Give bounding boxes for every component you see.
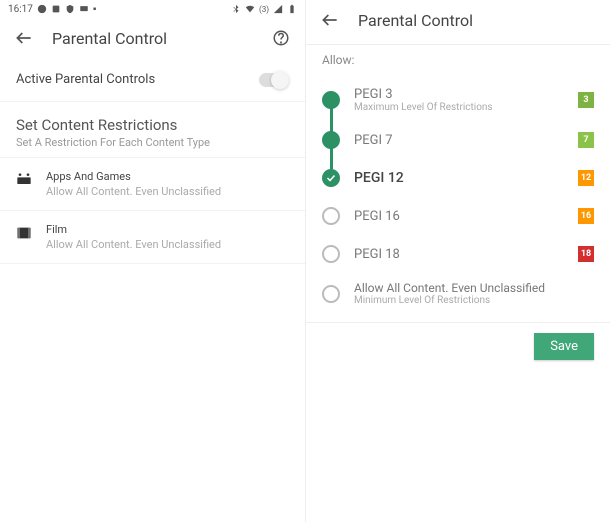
more-icon: ▪ [93, 4, 97, 15]
header-right: Parental Control [306, 0, 610, 40]
header: Parental Control [0, 18, 305, 58]
radio-filled-icon [322, 91, 340, 109]
film-row[interactable]: Film Allow All Content. Even Unclassifie… [0, 211, 305, 264]
battery-icon [287, 4, 297, 14]
rating-allow-all[interactable]: Allow All Content. Even Unclassified Min… [306, 273, 610, 314]
pegi-badge-7: 7 [578, 132, 594, 148]
rating-label: Allow All Content. Even Unclassified [354, 281, 594, 295]
radio-empty-icon [322, 245, 340, 263]
wifi-icon [245, 4, 255, 14]
radio-empty-icon [322, 285, 340, 303]
toggle-label: Active Parental Controls [16, 72, 155, 87]
signal-count: (3) [259, 5, 269, 14]
rating-list: PEGI 3 Maximum Level Of Restrictions 3 P… [306, 75, 610, 318]
section-subtitle: Set A Restriction For Each Content Type [16, 136, 289, 149]
rating-label: PEGI 12 [354, 170, 564, 186]
film-label: Film [46, 223, 289, 236]
status-bar: 16:17 ▪ (3) [0, 0, 305, 18]
help-button[interactable] [271, 28, 291, 48]
rating-sub: Maximum Level Of Restrictions [354, 102, 564, 113]
pegi-badge-16: 16 [578, 208, 594, 224]
status-time: 16:17 [8, 4, 33, 15]
active-controls-toggle[interactable] [259, 73, 289, 87]
pegi-badge-12: 12 [578, 170, 594, 186]
save-button[interactable]: Save [534, 333, 594, 360]
right-screen: Parental Control Allow: PEGI 3 Maximum L… [305, 0, 610, 522]
signal-icon [273, 4, 283, 14]
rating-pegi3[interactable]: PEGI 3 Maximum Level Of Restrictions 3 [306, 79, 610, 121]
bluetooth-icon [231, 4, 241, 14]
apps-games-row[interactable]: Apps And Games Allow All Content. Even U… [0, 158, 305, 211]
spotify-icon [37, 4, 47, 14]
rating-label: PEGI 3 [354, 87, 564, 102]
rating-pegi18[interactable]: PEGI 18 18 [306, 235, 610, 273]
apps-label: Apps And Games [46, 170, 289, 183]
back-button-right[interactable] [320, 10, 340, 30]
pegi-badge-3: 3 [578, 92, 594, 108]
radio-empty-icon [322, 207, 340, 225]
film-sub: Allow All Content. Even Unclassified [46, 238, 289, 251]
rating-sub: Minimum Level Of Restrictions [354, 295, 594, 306]
pegi-badge-18: 18 [578, 246, 594, 262]
radio-filled-icon [322, 131, 340, 149]
rating-pegi7[interactable]: PEGI 7 7 [306, 121, 610, 159]
back-button[interactable] [14, 28, 34, 48]
page-title: Parental Control [52, 29, 253, 48]
radio-checked-icon [322, 169, 340, 187]
apps-icon [16, 172, 32, 186]
rating-label: PEGI 16 [354, 209, 564, 224]
apps-sub: Allow All Content. Even Unclassified [46, 185, 289, 198]
allow-label: Allow: [306, 45, 610, 75]
save-row: Save [306, 323, 610, 370]
left-screen: 16:17 ▪ (3) [0, 0, 305, 522]
restrictions-section: Set Content Restrictions Set A Restricti… [0, 102, 305, 158]
rating-label: PEGI 18 [354, 247, 564, 262]
message-icon [79, 4, 89, 14]
active-controls-row: Active Parental Controls [0, 58, 305, 102]
app-icon [51, 4, 61, 14]
rating-label: PEGI 7 [354, 133, 564, 148]
page-title-right: Parental Control [358, 11, 596, 30]
rating-pegi12[interactable]: PEGI 12 12 [306, 159, 610, 197]
shield-icon [65, 4, 75, 14]
rating-pegi16[interactable]: PEGI 16 16 [306, 197, 610, 235]
section-title: Set Content Restrictions [16, 116, 289, 134]
film-icon [16, 225, 32, 239]
